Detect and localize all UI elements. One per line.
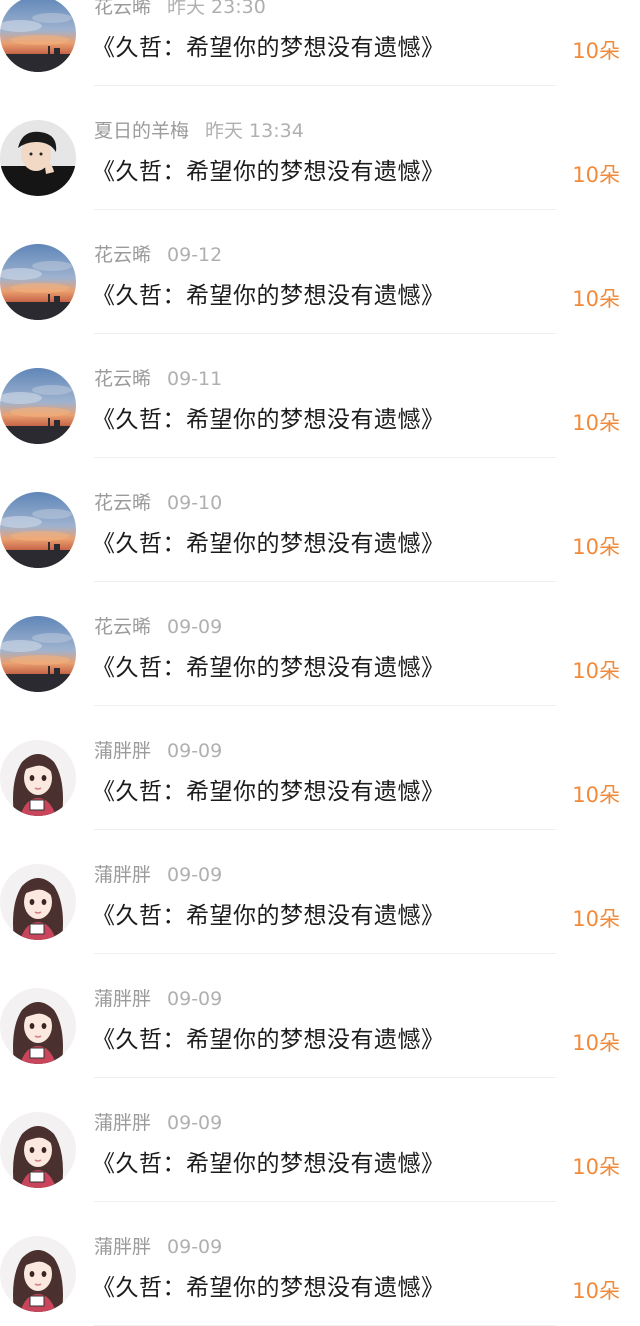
gift-title: 《久哲：希望你的梦想没有遗憾》 [92, 35, 445, 61]
username[interactable]: 蒲胖胖 [94, 740, 151, 762]
timestamp: 昨天 13:34 [205, 120, 304, 142]
username[interactable]: 花云晞 [94, 0, 151, 18]
gift-title: 《久哲：希望你的梦想没有遗憾》 [92, 531, 445, 557]
timestamp: 昨天 23:30 [167, 0, 266, 18]
sunset-sky-avatar[interactable] [0, 492, 76, 568]
gift-title: 《久哲：希望你的梦想没有遗憾》 [92, 1027, 445, 1053]
anime-girl-avatar[interactable] [0, 864, 76, 940]
record-meta: 蒲胖胖 09-09 [94, 1232, 222, 1259]
timestamp: 09-09 [167, 988, 223, 1010]
username[interactable]: 蒲胖胖 [94, 864, 151, 886]
timestamp: 09-11 [167, 368, 223, 390]
gift-record-item[interactable]: 蒲胖胖 09-09 《久哲：希望你的梦想没有遗憾》 10朵 [0, 1078, 640, 1202]
portrait-photo-avatar[interactable] [0, 120, 76, 196]
record-meta: 蒲胖胖 09-09 [94, 1108, 222, 1135]
username[interactable]: 蒲胖胖 [94, 1236, 151, 1258]
gift-record-item[interactable]: 蒲胖胖 09-09 《久哲：希望你的梦想没有遗憾》 10朵 [0, 954, 640, 1078]
gift-title: 《久哲：希望你的梦想没有遗憾》 [92, 407, 445, 433]
gift-title: 《久哲：希望你的梦想没有遗憾》 [92, 159, 445, 185]
gift-record-item[interactable]: 花云晞 09-11 《久哲：希望你的梦想没有遗憾》 10朵 [0, 334, 640, 458]
gift-record-item[interactable]: 夏日的羊梅 昨天 13:34 《久哲：希望你的梦想没有遗憾》 10朵 [0, 86, 640, 210]
sunset-sky-avatar[interactable] [0, 0, 76, 72]
gift-count: 10朵 [572, 659, 620, 683]
gift-title: 《久哲：希望你的梦想没有遗憾》 [92, 903, 445, 929]
record-meta: 蒲胖胖 09-09 [94, 736, 222, 763]
gift-count: 10朵 [572, 163, 620, 187]
record-meta: 花云晞 09-12 [94, 240, 222, 267]
gift-record-item[interactable]: 蒲胖胖 09-09 《久哲：希望你的梦想没有遗憾》 10朵 [0, 1202, 640, 1326]
gift-title: 《久哲：希望你的梦想没有遗憾》 [92, 779, 445, 805]
gift-record-item[interactable]: 花云晞 09-09 《久哲：希望你的梦想没有遗憾》 10朵 [0, 582, 640, 706]
timestamp: 09-12 [167, 244, 223, 266]
anime-girl-avatar[interactable] [0, 1112, 76, 1188]
timestamp: 09-09 [167, 740, 223, 762]
username[interactable]: 花云晞 [94, 244, 151, 266]
sunset-sky-avatar[interactable] [0, 616, 76, 692]
gift-count: 10朵 [572, 1031, 620, 1055]
gift-count: 10朵 [572, 411, 620, 435]
gift-record-list: 花云晞 昨天 23:30 《久哲：希望你的梦想没有遗憾》 10朵 夏日的羊梅 昨天 13… [0, 0, 640, 1326]
timestamp: 09-10 [167, 492, 223, 514]
gift-record-item[interactable]: 花云晞 09-10 《久哲：希望你的梦想没有遗憾》 10朵 [0, 458, 640, 582]
timestamp: 09-09 [167, 1236, 223, 1258]
record-meta: 花云晞 09-11 [94, 364, 222, 391]
gift-count: 10朵 [572, 39, 620, 63]
username[interactable]: 夏日的羊梅 [94, 120, 189, 142]
gift-title: 《久哲：希望你的梦想没有遗憾》 [92, 655, 445, 681]
gift-count: 10朵 [572, 535, 620, 559]
username[interactable]: 花云晞 [94, 616, 151, 638]
anime-girl-avatar[interactable] [0, 740, 76, 816]
gift-record-item[interactable]: 花云晞 昨天 23:30 《久哲：希望你的梦想没有遗憾》 10朵 [0, 0, 640, 86]
gift-count: 10朵 [572, 1155, 620, 1179]
record-meta: 花云晞 09-10 [94, 488, 222, 515]
gift-record-item[interactable]: 花云晞 09-12 《久哲：希望你的梦想没有遗憾》 10朵 [0, 210, 640, 334]
gift-count: 10朵 [572, 783, 620, 807]
timestamp: 09-09 [167, 616, 223, 638]
anime-girl-avatar[interactable] [0, 988, 76, 1064]
sunset-sky-avatar[interactable] [0, 368, 76, 444]
gift-count: 10朵 [572, 287, 620, 311]
timestamp: 09-09 [167, 864, 223, 886]
record-meta: 花云晞 昨天 23:30 [94, 0, 266, 19]
gift-record-item[interactable]: 蒲胖胖 09-09 《久哲：希望你的梦想没有遗憾》 10朵 [0, 706, 640, 830]
record-meta: 花云晞 09-09 [94, 612, 222, 639]
gift-count: 10朵 [572, 1279, 620, 1303]
username[interactable]: 花云晞 [94, 492, 151, 514]
gift-title: 《久哲：希望你的梦想没有遗憾》 [92, 1275, 445, 1301]
username[interactable]: 蒲胖胖 [94, 988, 151, 1010]
gift-count: 10朵 [572, 907, 620, 931]
timestamp: 09-09 [167, 1112, 223, 1134]
anime-girl-avatar[interactable] [0, 1236, 76, 1312]
username[interactable]: 花云晞 [94, 368, 151, 390]
record-meta: 夏日的羊梅 昨天 13:34 [94, 116, 304, 143]
record-meta: 蒲胖胖 09-09 [94, 860, 222, 887]
gift-title: 《久哲：希望你的梦想没有遗憾》 [92, 1151, 445, 1177]
sunset-sky-avatar[interactable] [0, 244, 76, 320]
gift-title: 《久哲：希望你的梦想没有遗憾》 [92, 283, 445, 309]
gift-record-item[interactable]: 蒲胖胖 09-09 《久哲：希望你的梦想没有遗憾》 10朵 [0, 830, 640, 954]
record-meta: 蒲胖胖 09-09 [94, 984, 222, 1011]
username[interactable]: 蒲胖胖 [94, 1112, 151, 1134]
